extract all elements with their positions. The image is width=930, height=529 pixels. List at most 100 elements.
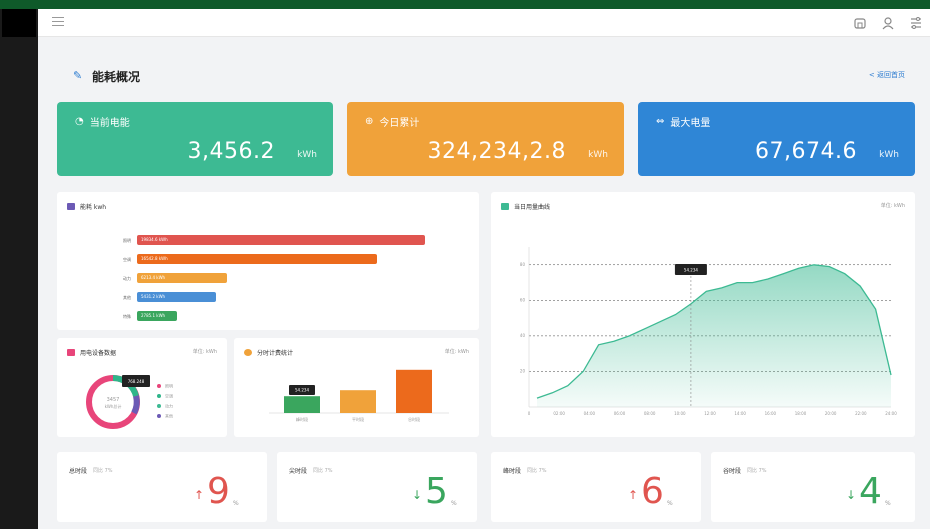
x-tick-label: 08:00	[644, 411, 656, 416]
tile-sub: 同比 7%	[747, 468, 767, 474]
bar-category: 谷时段	[408, 416, 420, 422]
legend-dot	[157, 384, 161, 388]
legend-label: 动力	[165, 403, 173, 409]
tile-label: 谷时段	[723, 468, 742, 475]
legend-label: 照明	[165, 384, 173, 389]
tile-label: 尖时段	[289, 468, 308, 475]
bar: 16542.8 kWh	[137, 254, 377, 264]
x-tick-label: 0	[528, 411, 531, 416]
time-bar-svg: 峰时段 平时段 谷时段 54.234	[269, 369, 449, 422]
tile-label: 峰时段	[503, 468, 522, 475]
bar	[396, 369, 432, 413]
tooltip-text: 54.234	[684, 268, 698, 273]
tile-sub: 同比 7%	[313, 468, 333, 474]
gauge-icon: ◔	[75, 116, 84, 127]
x-tick-label: 10:00	[674, 411, 686, 416]
bar-category: 其他	[123, 295, 131, 300]
y-tick-label: 40	[520, 333, 526, 338]
arrow-down-icon: ↓	[846, 488, 857, 502]
x-tick-label: 22:00	[855, 411, 867, 416]
bar-category: 平时段	[352, 416, 364, 422]
home-icon[interactable]	[852, 15, 868, 31]
curve-svg: 80 60 40 20 0 02:00 04:00 06:00 08:00 10:00 12:00 1…	[520, 247, 897, 416]
bar-row: 照明 19834.6 kWh	[57, 235, 477, 245]
x-tick-label: 06:00	[614, 411, 626, 416]
window-frame-left	[0, 9, 38, 529]
bar-category: 动力	[123, 276, 131, 281]
legend-dot	[157, 414, 161, 418]
stat-unit: kWh	[588, 150, 608, 160]
bar: 19834.6 kWh	[137, 235, 425, 245]
x-tick-label: 24:00	[885, 411, 897, 416]
donut-legend: 照明空调动力其他	[157, 384, 173, 419]
bar-category: 空调	[123, 257, 131, 262]
daily-curve-chart: 当日用量曲线 单位: kWh 80 60 40 20 0 02:00 04:00 06:00 0…	[491, 192, 915, 437]
bar: 6213.4 kWh	[137, 273, 227, 283]
stat-value: 324,234,2.8	[427, 139, 566, 164]
x-tick-label: 14:00	[734, 411, 746, 416]
stat-unit: kWh	[879, 150, 899, 160]
y-tick-label: 60	[520, 297, 526, 302]
window-frame-top	[0, 0, 930, 9]
chart-icon	[67, 203, 75, 210]
legend-label: 其他	[165, 413, 173, 419]
battery-icon: ⇔	[656, 116, 665, 127]
legend-dot	[157, 404, 161, 408]
x-tick-label: 16:00	[765, 411, 777, 416]
bar-row: 其他 5431.2 kWh	[57, 292, 477, 302]
tile-label: 总时段	[69, 468, 88, 475]
tile-total: 总时段 同比 7% ↑ 9 %	[57, 452, 267, 522]
tile-sub: 同比 7%	[93, 468, 113, 474]
stat-card-today: ⊕ 今日累计 324,234,2.8 kWh	[347, 102, 624, 176]
plus-circle-icon: ⊕	[365, 116, 374, 127]
tile-valley: 谷时段 同比 7% ↓ 4 %	[711, 452, 915, 522]
dashboard: ✎ 能耗概况 < 返回首页 ◔ 当前电能 3,456.2 kWh ⊕ 今日累计 32…	[38, 9, 930, 529]
bar: 5431.2 kWh	[137, 292, 216, 302]
x-tick-label: 20:00	[825, 411, 837, 416]
arrow-down-icon: ↓	[412, 488, 423, 502]
stat-label: 最大电量	[670, 118, 711, 129]
tooltip-text: 54.234	[295, 388, 309, 393]
legend-dot	[157, 394, 161, 398]
edit-icon: ✎	[73, 69, 83, 82]
top-bar	[38, 9, 930, 37]
percent-sign-icon: %	[885, 500, 891, 507]
bar-row: 特殊 2785.1 kWh	[57, 311, 477, 321]
arrow-up-icon: ↑	[628, 488, 639, 502]
bar-row: 空调 16542.8 kWh	[57, 254, 477, 264]
x-tick-label: 18:00	[795, 411, 807, 416]
bar-row: 动力 6213.4 kWh	[57, 273, 477, 283]
stat-label: 当前电能	[89, 118, 130, 129]
x-tick-label: 04:00	[584, 411, 596, 416]
stat-unit: kWh	[297, 150, 317, 160]
tile-sharp: 尖时段 同比 7% ↓ 5 %	[277, 452, 477, 522]
user-icon[interactable]	[880, 15, 896, 31]
energy-bar-chart: 能耗 kwh 照明 19834.6 kWh 空调 16542.8 kWh 动力 6213.…	[57, 192, 479, 330]
bar-category: 照明	[123, 238, 131, 243]
tile-sub: 同比 7%	[527, 468, 547, 474]
x-tick-label: 02:00	[553, 411, 565, 416]
device-donut-card: 用电设备数据 单位: kWh 3457 kWh总计 768.248 照明 空调 动力…	[57, 338, 227, 437]
percent-sign-icon: %	[233, 500, 239, 507]
y-tick-label: 20	[520, 368, 526, 373]
time-billing-card: 分时计费统计 单位: kWh 峰时段 平时段 谷时段 54.234	[234, 338, 479, 437]
tile-value: 9	[207, 471, 230, 512]
back-link[interactable]: < 返回首页	[869, 70, 905, 80]
tile-peak: 峰时段 同比 7% ↑ 6 %	[491, 452, 701, 522]
settings-icon[interactable]	[908, 15, 924, 31]
page-title: 能耗概况	[92, 70, 141, 84]
bar: 2785.1 kWh	[137, 311, 177, 321]
bar	[340, 390, 376, 413]
bar	[284, 396, 320, 413]
donut-tooltip-text: 768.248	[128, 379, 145, 384]
stat-value: 3,456.2	[187, 139, 275, 164]
y-tick-label: 80	[520, 262, 526, 267]
x-tick-label: 12:00	[704, 411, 716, 416]
menu-icon[interactable]	[52, 17, 64, 27]
donut-segment-purple	[131, 395, 140, 415]
donut-center-value: 3457	[107, 397, 120, 403]
stat-value: 67,674.6	[755, 139, 857, 164]
donut-svg: 3457 kWh总计 768.248 照明空调动力其他	[86, 375, 173, 429]
percent-sign-icon: %	[667, 500, 673, 507]
percent-sign-icon: %	[451, 500, 457, 507]
